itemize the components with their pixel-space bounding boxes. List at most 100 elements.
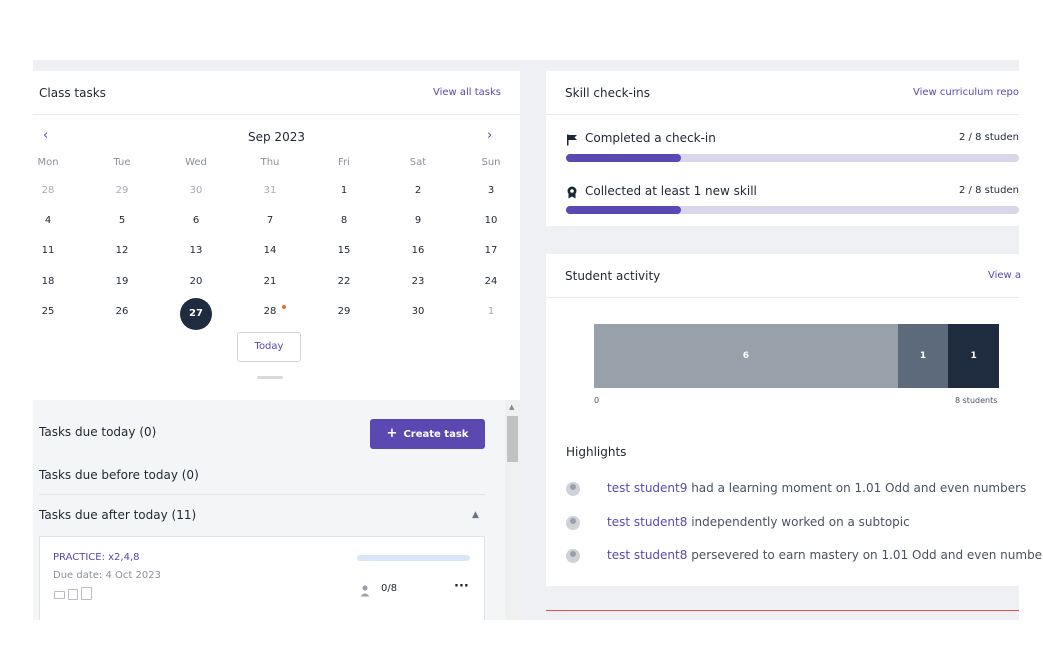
resize-handle[interactable] <box>257 376 283 379</box>
weekday-label: Fri <box>338 157 350 168</box>
calendar-day[interactable]: 19 <box>102 276 142 287</box>
calendar-day[interactable]: 28 <box>28 185 68 196</box>
calendar-day[interactable]: 11 <box>28 245 68 256</box>
checkin-progress-fill <box>566 154 681 162</box>
tasks-due-before-today[interactable]: Tasks due before today (0) <box>39 468 199 482</box>
activity-segment[interactable]: 1 <box>948 324 999 388</box>
tasks-due-after-today[interactable]: Tasks due after today (11) <box>39 508 196 522</box>
student-name-link[interactable]: test student8 <box>607 515 687 529</box>
task-type-icon <box>54 591 65 599</box>
calendar-day[interactable]: 16 <box>398 245 438 256</box>
highlight-item: test student8 persevered to earn mastery… <box>607 548 1043 562</box>
weekday-label: Wed <box>185 157 207 168</box>
calendar-day[interactable]: 9 <box>398 215 438 226</box>
next-month-icon[interactable]: › <box>487 128 492 143</box>
calendar-day[interactable]: 15 <box>324 245 364 256</box>
flag-icon <box>566 131 578 146</box>
highlight-text: independently worked on a subtopic <box>687 515 910 529</box>
weekday-label: Tue <box>113 157 131 168</box>
student-name-link[interactable]: test student9 <box>607 481 687 495</box>
calendar-day[interactable]: 8 <box>324 215 364 226</box>
task-due-date: Due date: 4 Oct 2023 <box>53 570 161 581</box>
view-activity-link[interactable]: View a <box>988 270 1021 281</box>
calendar-day[interactable]: 3 <box>471 185 511 196</box>
calendar-day[interactable]: 30 <box>176 185 216 196</box>
axis-start-label: 0 <box>594 396 600 405</box>
avatar <box>566 516 580 530</box>
student-activity-card: Student activity View a <box>546 254 1021 586</box>
view-curriculum-link[interactable]: View curriculum repo <box>913 87 1019 98</box>
task-name[interactable]: PRACTICE: x2,4,8 <box>53 552 140 563</box>
create-task-label: Create task <box>403 429 469 440</box>
calendar-day[interactable]: 21 <box>250 276 290 287</box>
calendar-day[interactable]: 23 <box>398 276 438 287</box>
highlights-title: Highlights <box>566 445 627 459</box>
tasks-due-today[interactable]: Tasks due today (0) <box>39 425 156 439</box>
calendar-day[interactable]: 20 <box>176 276 216 287</box>
calendar-day[interactable]: 22 <box>324 276 364 287</box>
calendar-day[interactable]: 1 <box>324 185 364 196</box>
activity-segment[interactable]: 6 <box>594 324 898 388</box>
more-options-icon[interactable]: ··· <box>454 579 469 594</box>
highlight-text: had a learning moment on 1.01 Odd and ev… <box>687 481 1027 495</box>
weekday-label: Sun <box>481 157 501 168</box>
task-type-icon <box>68 589 78 600</box>
highlight-item: test student9 had a learning moment on 1… <box>607 481 1026 495</box>
calendar-day[interactable]: 29 <box>102 185 142 196</box>
student-name-link[interactable]: test student8 <box>607 548 687 562</box>
calendar-day[interactable]: 26 <box>102 306 142 317</box>
calendar-day[interactable]: 29 <box>324 306 364 317</box>
section-divider <box>546 610 1019 611</box>
class-tasks-title: Class tasks <box>39 86 106 100</box>
task-card[interactable]: PRACTICE: x2,4,8 Due date: 4 Oct 2023 0/… <box>39 536 485 620</box>
calendar-day[interactable]: 24 <box>471 276 511 287</box>
today-button[interactable]: Today <box>237 332 301 362</box>
highlight-text: persevered to earn mastery on 1.01 Odd a… <box>687 548 1043 562</box>
class-tasks-header: Class tasks View all tasks <box>33 71 520 115</box>
plus-icon: + <box>386 426 398 441</box>
calendar-day[interactable]: 4 <box>28 215 68 226</box>
weekday-label: Thu <box>260 157 280 168</box>
calendar-month: Sep 2023 <box>248 130 305 144</box>
task-type-icon <box>81 587 92 600</box>
skill-checkins-title: Skill check-ins <box>565 86 651 100</box>
student-icon <box>360 582 370 597</box>
avatar <box>566 549 580 563</box>
calendar-day[interactable]: 7 <box>250 215 290 226</box>
checkin-count: 2 / 8 studen <box>959 132 1019 143</box>
weekday-label: Sat <box>409 157 427 168</box>
calendar-day[interactable]: 31 <box>250 185 290 196</box>
task-indicator-dot <box>282 305 286 309</box>
axis-end-label: 8 students <box>955 396 998 405</box>
create-task-button[interactable]: + Create task <box>370 419 485 449</box>
calendar-day[interactable]: 12 <box>102 245 142 256</box>
checkin-label: Completed a check-in <box>585 131 716 145</box>
calendar-day[interactable]: 25 <box>28 306 68 317</box>
scroll-up-icon[interactable]: ▲ <box>509 403 514 411</box>
task-student-count: 0/8 <box>381 583 398 594</box>
skill-progress-fill <box>566 206 681 214</box>
calendar-day[interactable]: 30 <box>398 306 438 317</box>
scrollbar-thumb[interactable] <box>507 416 518 462</box>
collapse-icon[interactable]: ▲ <box>472 510 479 520</box>
divider <box>39 494 485 495</box>
calendar-day[interactable]: 14 <box>250 245 290 256</box>
calendar-day[interactable]: 13 <box>176 245 216 256</box>
skill-checkins-header: Skill check-ins View curriculum repo <box>546 71 1019 115</box>
weekday-label: Mon <box>37 157 59 168</box>
activity-segment[interactable]: 1 <box>897 324 949 388</box>
calendar-day[interactable]: 2 <box>398 185 438 196</box>
scrollbar[interactable]: ▲ <box>505 400 520 620</box>
skill-count: 2 / 8 studen <box>959 185 1019 196</box>
calendar-day[interactable]: 10 <box>471 215 511 226</box>
calendar-day[interactable]: 17 <box>471 245 511 256</box>
calendar-day[interactable]: 18 <box>28 276 68 287</box>
badge-icon <box>566 184 578 199</box>
calendar-day[interactable]: 5 <box>102 215 142 226</box>
student-activity-header: Student activity View a <box>546 254 1021 298</box>
calendar-day[interactable]: 6 <box>176 215 216 226</box>
avatar <box>566 482 580 496</box>
selected-day[interactable]: 27 <box>180 298 212 330</box>
view-all-tasks-link[interactable]: View all tasks <box>433 87 501 98</box>
calendar-day[interactable]: 1 <box>471 306 511 317</box>
